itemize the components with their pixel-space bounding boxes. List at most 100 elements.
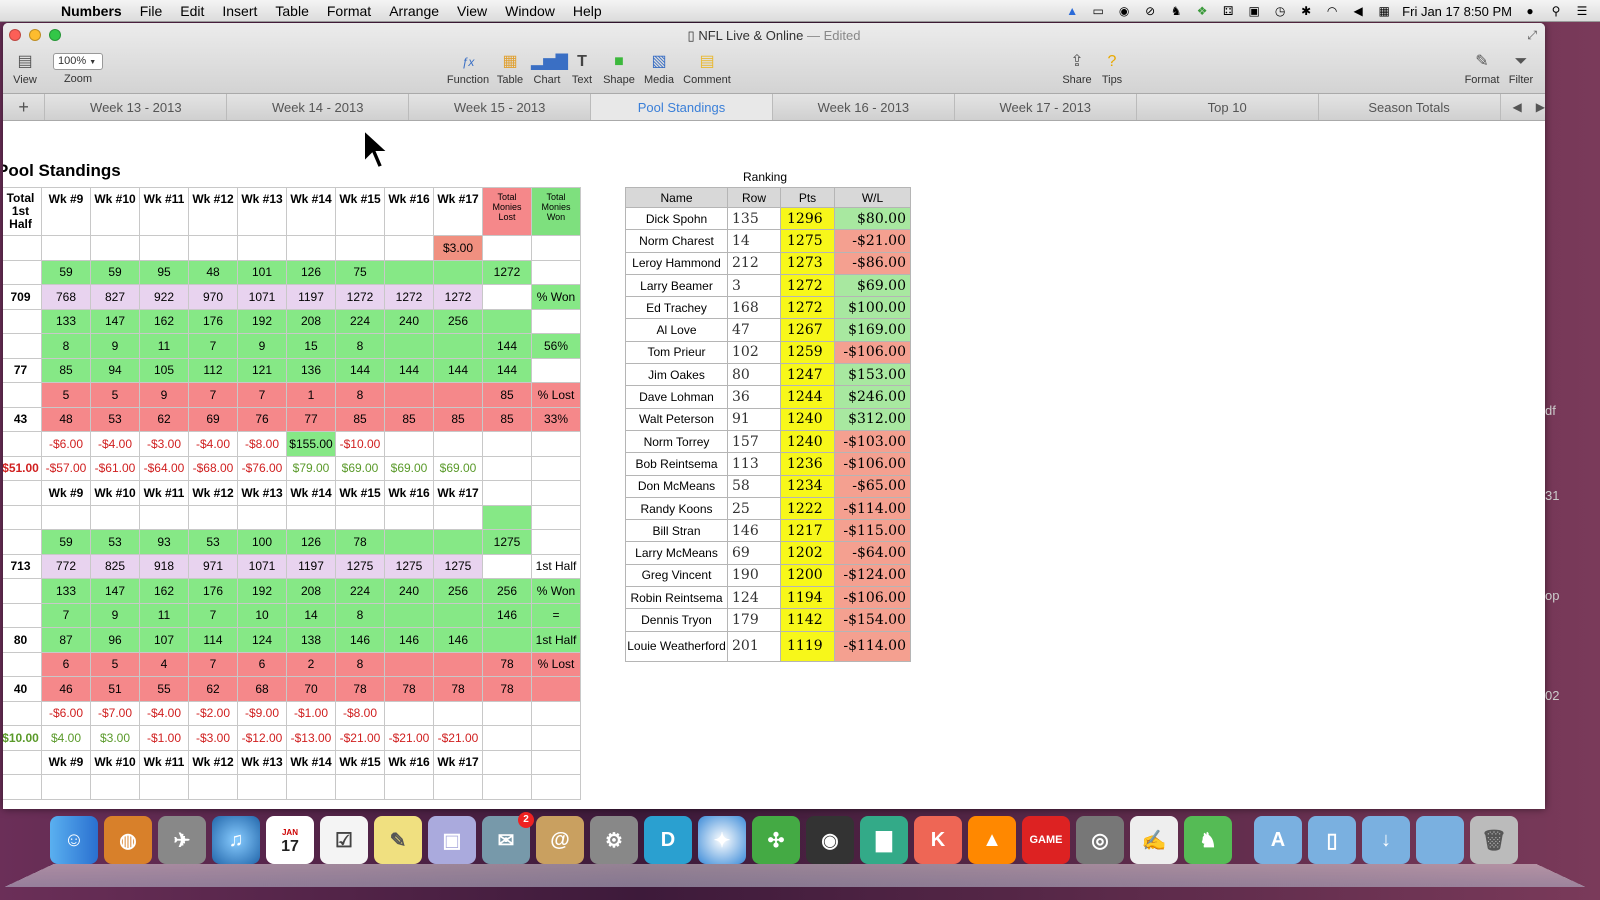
pool-cell[interactable]: 1st Half (531, 627, 581, 653)
menu-app-name[interactable]: Numbers (52, 3, 131, 19)
pool-cell[interactable] (531, 749, 581, 775)
pool-cell[interactable] (482, 700, 532, 726)
pool-cell[interactable]: Wk #12 (188, 480, 238, 506)
pool-cell[interactable]: = (531, 602, 581, 628)
documents-folder-icon[interactable]: ▯ (1308, 816, 1356, 864)
tab-week-15[interactable]: Week 15 - 2013 (409, 94, 592, 120)
pool-header-cell[interactable]: Total Monies Won (531, 187, 581, 236)
vlc-app-icon[interactable]: ▲ (968, 816, 1016, 864)
pool-cell[interactable] (335, 504, 385, 530)
pool-header-cell[interactable]: Wk #9 (41, 187, 91, 236)
pool-cell[interactable] (286, 235, 336, 261)
wifi-icon[interactable]: ◠ (1324, 4, 1340, 18)
pool-cell[interactable] (384, 382, 434, 408)
pool-cell[interactable]: 1272 (384, 284, 434, 310)
ranking-pts-cell[interactable]: 1267 (780, 318, 835, 342)
pool-cell[interactable]: 56% (531, 333, 581, 359)
pool-cell[interactable]: 1197 (286, 553, 336, 579)
pool-cell[interactable]: $69.00 (335, 455, 385, 481)
pool-cell[interactable]: 4 (139, 651, 189, 677)
pool-cell[interactable] (482, 235, 532, 261)
ranking-name-cell[interactable]: Dennis Tryon (625, 608, 728, 632)
pool-cell[interactable]: 7 (188, 602, 238, 628)
user-icon[interactable]: ● (1522, 4, 1538, 18)
pool-cell[interactable]: 55 (139, 676, 189, 702)
ranking-name-cell[interactable]: Randy Koons (625, 496, 728, 521)
pool-cell[interactable]: -$9.00 (237, 700, 287, 726)
pool-cell[interactable]: -$8.00 (335, 700, 385, 726)
evernote-icon[interactable]: ♞ (1168, 4, 1184, 18)
pool-cell[interactable]: 124 (237, 627, 287, 653)
pool-cell[interactable]: 53 (188, 529, 238, 555)
pool-cell[interactable]: 40 (3, 676, 42, 702)
pool-header-cell[interactable]: Wk #14 (286, 187, 336, 236)
folder-icon[interactable] (1416, 816, 1464, 864)
pool-cell[interactable]: 126 (286, 529, 336, 555)
pool-cell[interactable]: 162 (139, 578, 189, 604)
pool-cell[interactable]: -$21.00 (384, 725, 434, 751)
pool-cell[interactable] (384, 651, 434, 677)
menu-arrange[interactable]: Arrange (380, 3, 448, 19)
pool-cell[interactable] (3, 749, 42, 775)
pool-cell[interactable]: -$6.00 (41, 700, 91, 726)
contacts-icon[interactable]: @ (536, 816, 584, 864)
pool-cell[interactable]: 77 (286, 406, 336, 432)
pool-cell[interactable]: 10 (237, 602, 287, 628)
calendar-app-icon[interactable]: JAN 17 (266, 816, 314, 864)
ranking-wl-cell[interactable]: -$21.00 (834, 229, 911, 253)
pool-cell[interactable]: 146 (335, 627, 385, 653)
pool-cell[interactable]: -$7.00 (90, 700, 140, 726)
reminders-icon[interactable]: ☑ (320, 816, 368, 864)
ranking-wl-cell[interactable]: -$64.00 (834, 541, 911, 565)
ranking-name-cell[interactable]: Jim Oakes (625, 363, 728, 387)
ranking-name-cell[interactable]: Bob Reintsema (625, 452, 728, 476)
evernote-app-icon[interactable]: ♞ (1184, 816, 1232, 864)
pool-cell[interactable] (3, 700, 42, 726)
pool-cell[interactable]: 147 (90, 578, 140, 604)
pool-cell[interactable] (433, 651, 483, 677)
pool-cell[interactable]: 14 (286, 602, 336, 628)
pool-cell[interactable]: 121 (237, 357, 287, 383)
ranking-wl-cell[interactable]: -$106.00 (834, 452, 911, 476)
pool-cell[interactable]: % Won (531, 284, 581, 310)
pool-cell[interactable]: 100 (237, 529, 287, 555)
ranking-pts-cell[interactable]: 1236 (780, 452, 835, 476)
pool-cell[interactable]: 713 (3, 553, 42, 579)
document-name[interactable]: NFL Live & Online (698, 28, 803, 43)
pool-cell[interactable]: 85 (482, 406, 532, 432)
pool-cell[interactable] (482, 431, 532, 457)
pool-cell[interactable]: 240 (384, 578, 434, 604)
pool-cell[interactable]: Wk #9 (41, 749, 91, 775)
pool-cell[interactable]: -$13.00 (286, 725, 336, 751)
pool-cell[interactable]: -$4.00 (188, 431, 238, 457)
ranking-row-cell[interactable]: 25 (727, 496, 781, 521)
pool-cell[interactable]: 85 (482, 382, 532, 408)
volume-icon[interactable]: ◀ (1350, 4, 1366, 18)
pool-cell[interactable] (3, 308, 42, 334)
pool-cell[interactable]: % Won (531, 578, 581, 604)
pool-header-cell[interactable]: Wk #10 (90, 187, 140, 236)
tips-button[interactable]: ? Tips (1099, 51, 1125, 86)
ranking-wl-cell[interactable]: -$86.00 (834, 251, 911, 275)
pool-cell[interactable]: -$3.00 (139, 431, 189, 457)
pool-cell[interactable]: 77 (3, 357, 42, 383)
pool-cell[interactable]: 133 (41, 578, 91, 604)
system-preferences-icon[interactable]: ⚙ (590, 816, 638, 864)
mail-app-icon[interactable]: ✉ 2 (482, 812, 534, 864)
pool-cell[interactable]: 48 (188, 259, 238, 285)
pool-cell[interactable]: 94 (90, 357, 140, 383)
pool-cell[interactable]: 8 (41, 333, 91, 359)
menu-window[interactable]: Window (496, 3, 564, 19)
share-button[interactable]: ⇪ Share (1061, 51, 1093, 86)
zoom-select[interactable]: 100% ▼ (53, 53, 103, 70)
pool-cell[interactable]: 7 (237, 382, 287, 408)
ranking-name-cell[interactable]: Larry McMeans (625, 541, 728, 565)
pool-cell[interactable]: -$3.00 (188, 725, 238, 751)
ranking-pts-cell[interactable]: 1244 (780, 385, 835, 409)
pool-cell[interactable]: 146 (482, 602, 532, 628)
dropbox-icon[interactable]: ❖ (1194, 4, 1210, 18)
pool-cell[interactable]: Wk #13 (237, 480, 287, 506)
menu-file[interactable]: File (131, 3, 172, 19)
pool-cell[interactable]: 1272 (335, 284, 385, 310)
pool-cell[interactable] (384, 700, 434, 726)
